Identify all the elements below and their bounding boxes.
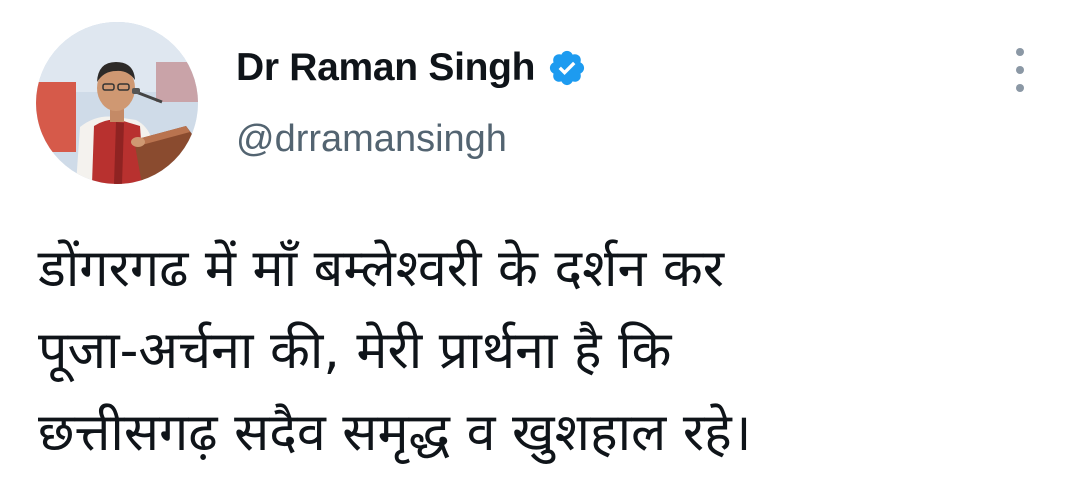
tweet-text: डोंगरगढ में माँ बम्लेश्वरी के दर्शन कर प… [38,228,1048,474]
more-vertical-icon-dot [1016,84,1024,92]
author-display-name[interactable]: Dr Raman Singh [236,46,535,90]
more-options-button[interactable] [1000,48,1040,92]
tweet-text-line: पूजा-अर्चना की, मेरी प्रार्थना है कि [38,321,672,381]
avatar[interactable] [36,22,198,184]
author-row: Dr Raman Singh [236,44,587,92]
tweet-text-line: डोंगरगढ में माँ बम्लेश्वरी के दर्शन कर [38,239,725,299]
more-vertical-icon [1016,48,1024,56]
avatar-photo [36,22,198,184]
more-vertical-icon-dot [1016,66,1024,74]
tweet-text-line: छत्तीसगढ़ सदैव समृद्ध व खुशहाल रहे। [38,403,752,463]
verified-badge-icon [547,48,587,88]
tweet-card: Dr Raman Singh @drramansingh डोंगरगढ में… [0,0,1080,504]
author-handle[interactable]: @drramansingh [236,118,507,161]
